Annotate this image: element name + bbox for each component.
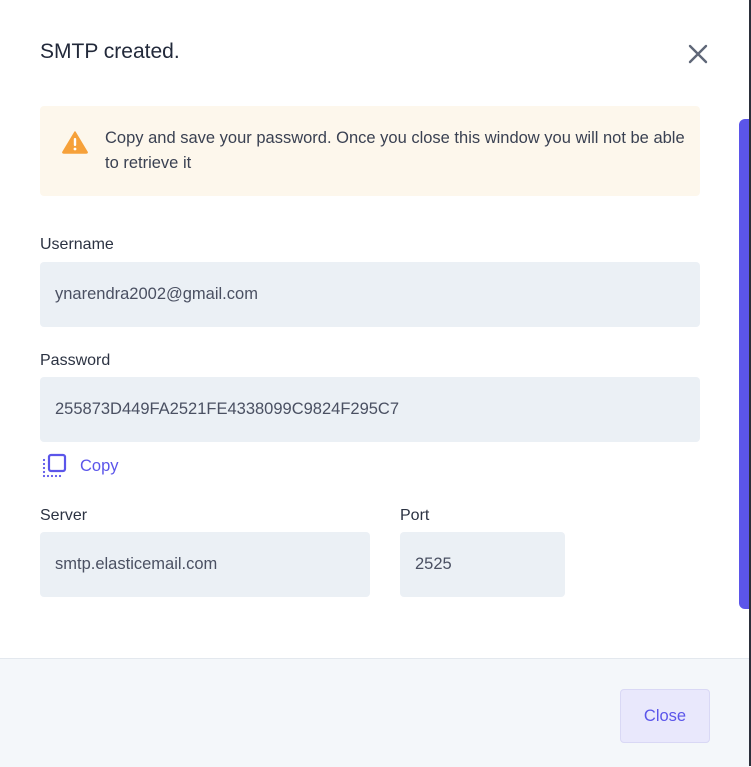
close-button[interactable]: Close: [620, 689, 710, 743]
close-icon[interactable]: [686, 42, 710, 66]
copy-button[interactable]: Copy: [41, 453, 119, 479]
warning-icon: [62, 130, 88, 154]
server-field[interactable]: smtp.elasticemail.com: [40, 532, 370, 597]
password-field[interactable]: 255873D449FA2521FE4338099C9824F295C7: [40, 377, 700, 442]
warning-alert: Copy and save your password. Once you cl…: [40, 106, 700, 196]
port-field[interactable]: 2525: [400, 532, 565, 597]
copy-label: Copy: [80, 456, 119, 475]
port-label: Port: [400, 507, 430, 524]
copy-icon: [41, 453, 67, 479]
username-field[interactable]: ynarendra2002@gmail.com: [40, 262, 700, 327]
modal-title: SMTP created.: [40, 40, 180, 63]
smtp-created-modal: SMTP created. Copy and save your passwor…: [0, 0, 750, 767]
username-label: Username: [40, 236, 114, 253]
password-label: Password: [40, 352, 111, 369]
server-label: Server: [40, 507, 88, 524]
alert-text: Copy and save your password. Once you cl…: [105, 129, 685, 172]
